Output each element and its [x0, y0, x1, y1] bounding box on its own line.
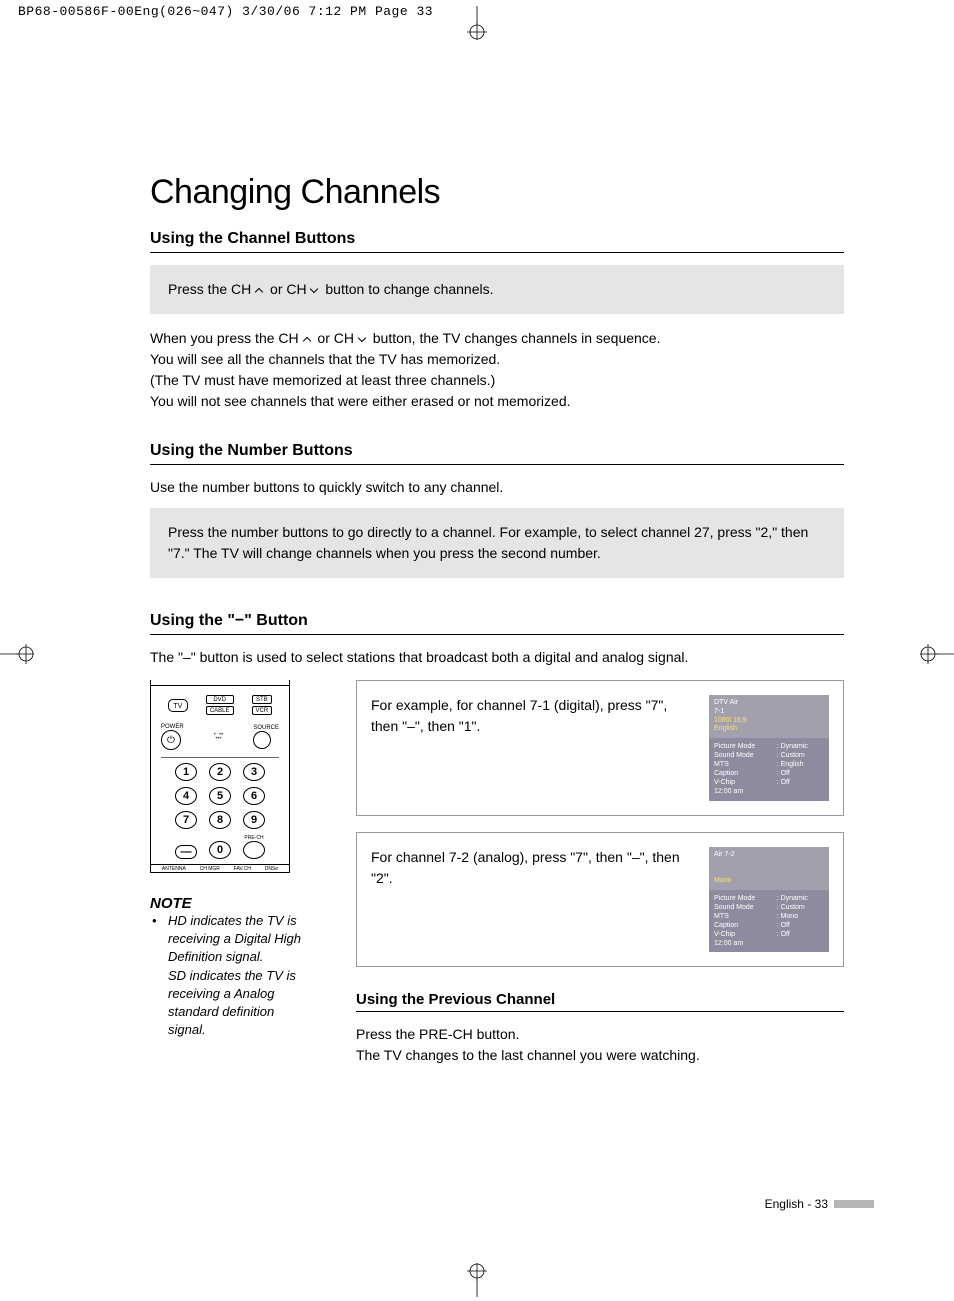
table-row: V-Chip: Off: [714, 778, 824, 787]
note-heading: NOTE: [150, 895, 310, 912]
remote-bottom-labels: ANTENNA CH MGR FAV.CH DNSe: [150, 865, 290, 873]
example-1-text: For example, for channel 7-1 (digital), …: [371, 695, 685, 737]
remote-btn-7: 7: [175, 811, 197, 829]
note-body: HD indicates the TV is receiving a Digit…: [150, 912, 310, 1039]
page-content: Changing Channels Using the Channel Butt…: [0, 23, 954, 1176]
paragraph-1: When you press the CH or CH button, the …: [150, 328, 844, 412]
osd-panel-2: Air 7-2 Mono Picture Mode: Dynamic Sound…: [709, 847, 829, 953]
heading-dash-button: Using the "−" Button: [150, 612, 844, 635]
remote-btn-source: [253, 731, 271, 749]
table-row: 12:00 am: [714, 787, 824, 796]
heading-number-buttons: Using the Number Buttons: [150, 442, 844, 465]
osd2-body: Picture Mode: Dynamic Sound Mode: Custom…: [709, 890, 829, 953]
sec2-intro: Use the number buttons to quickly switch…: [150, 477, 844, 498]
osd1-y1: 1080i 16:9: [714, 717, 747, 724]
instruction-box-1: Press the CH or CH button to change chan…: [150, 265, 844, 314]
footer-text: English - 33: [765, 1197, 828, 1211]
file-header-bar: BP68-00586F-00Eng(026~047) 3/30/06 7:12 …: [0, 0, 954, 23]
remote-label-prech: PRE-CH: [243, 835, 265, 841]
box1-mid: or CH: [270, 281, 310, 297]
table-row: MTS: English: [714, 760, 824, 769]
remote-btn-3: 3: [243, 763, 265, 781]
table-row: Sound Mode: Custom: [714, 751, 824, 760]
remote-divider: [161, 757, 280, 758]
remote-btn-prech: [243, 841, 265, 859]
osd1-body: Picture Mode: Dynamic Sound Mode: Custom…: [709, 738, 829, 801]
remote-btn-4: 4: [175, 787, 197, 805]
remote-lbl-favch: FAV.CH: [234, 866, 251, 872]
osd2-l1: Air 7-2: [714, 851, 735, 858]
remote-btn-1: 1: [175, 763, 197, 781]
page-title: Changing Channels: [150, 173, 844, 212]
crop-mark-bottom: [463, 1263, 491, 1297]
p1-post: button, the TV changes channels in seque…: [373, 330, 661, 346]
remote-btn-9: 9: [243, 811, 265, 829]
table-row: Caption: Off: [714, 769, 824, 778]
sec4-l1: Press the PRE-CH button.: [356, 1026, 519, 1042]
remote-btn-vcr: VCR: [252, 706, 273, 715]
remote-btn-5: 5: [209, 787, 231, 805]
chevron-up-icon: [303, 334, 314, 345]
remote-lbl-antenna: ANTENNA: [162, 866, 186, 872]
p1-l3: (The TV must have memorized at least thr…: [150, 372, 495, 388]
remote-led-dots: • •••••: [214, 733, 224, 741]
remote-btn-8: 8: [209, 811, 231, 829]
chevron-down-icon: [310, 285, 321, 296]
footer-bar: [834, 1200, 874, 1208]
instruction-box-2: Press the number buttons to go directly …: [150, 508, 844, 578]
remote-btn-dvd: DVD: [206, 695, 234, 704]
example-box-2: For channel 7-2 (analog), press "7", the…: [356, 832, 844, 968]
page-footer: English - 33: [765, 1197, 874, 1211]
remote-btn-0: 0: [209, 841, 231, 859]
sec4-l2: The TV changes to the last channel you w…: [356, 1047, 700, 1063]
p1-l2: You will see all the channels that the T…: [150, 351, 500, 367]
remote-btn-power: ⏻: [161, 730, 181, 750]
sec3-intro: The "–" button is used to select station…: [150, 647, 844, 668]
chevron-up-icon: [255, 285, 266, 296]
p1-mid: or CH: [317, 330, 357, 346]
box1-post: button to change channels.: [325, 281, 493, 297]
table-row: V-Chip: Off: [714, 930, 824, 939]
table-row: Picture Mode: Dynamic: [714, 742, 824, 751]
osd2-y2: Mono: [714, 877, 732, 884]
osd1-l2: 7-1: [714, 708, 724, 715]
remote-btn-2: 2: [209, 763, 231, 781]
table-row: 12:00 am: [714, 939, 824, 948]
remote-lbl-chmgr: CH MGR: [200, 866, 220, 872]
osd-panel-1: DTV Air 7-1 1080i 16:9 English Picture M…: [709, 695, 829, 801]
remote-illustration: TV DVD CABLE STB VCR POWER ⏻ • ••: [150, 685, 290, 865]
heading-previous-channel: Using the Previous Channel: [356, 991, 844, 1012]
p1-l4: You will not see channels that were eith…: [150, 393, 571, 409]
table-row: Caption: Off: [714, 921, 824, 930]
remote-btn-tv: TV: [168, 699, 188, 712]
remote-btn-cable: CABLE: [206, 706, 234, 715]
chevron-down-icon: [358, 334, 369, 345]
box1-pre: Press the CH: [168, 281, 255, 297]
remote-label-source: SOURCE: [253, 725, 279, 731]
p1-pre: When you press the CH: [150, 330, 303, 346]
remote-btn-6: 6: [243, 787, 265, 805]
sec4-body: Press the PRE-CH button. The TV changes …: [356, 1024, 844, 1066]
table-row: Picture Mode: Dynamic: [714, 894, 824, 903]
remote-btn-stb: STB: [252, 695, 273, 704]
remote-lbl-dnse: DNSe: [265, 866, 278, 872]
osd1-y2: English: [714, 725, 737, 732]
example-box-1: For example, for channel 7-1 (digital), …: [356, 680, 844, 816]
power-icon: ⏻: [167, 735, 175, 746]
heading-channel-buttons: Using the Channel Buttons: [150, 230, 844, 253]
osd1-l1: DTV Air: [714, 699, 738, 706]
example-2-text: For channel 7-2 (analog), press "7", the…: [371, 847, 685, 889]
table-row: Sound Mode: Custom: [714, 903, 824, 912]
remote-btn-dash: —: [175, 845, 197, 859]
table-row: MTS: Mono: [714, 912, 824, 921]
remote-label-power: POWER: [161, 724, 184, 730]
